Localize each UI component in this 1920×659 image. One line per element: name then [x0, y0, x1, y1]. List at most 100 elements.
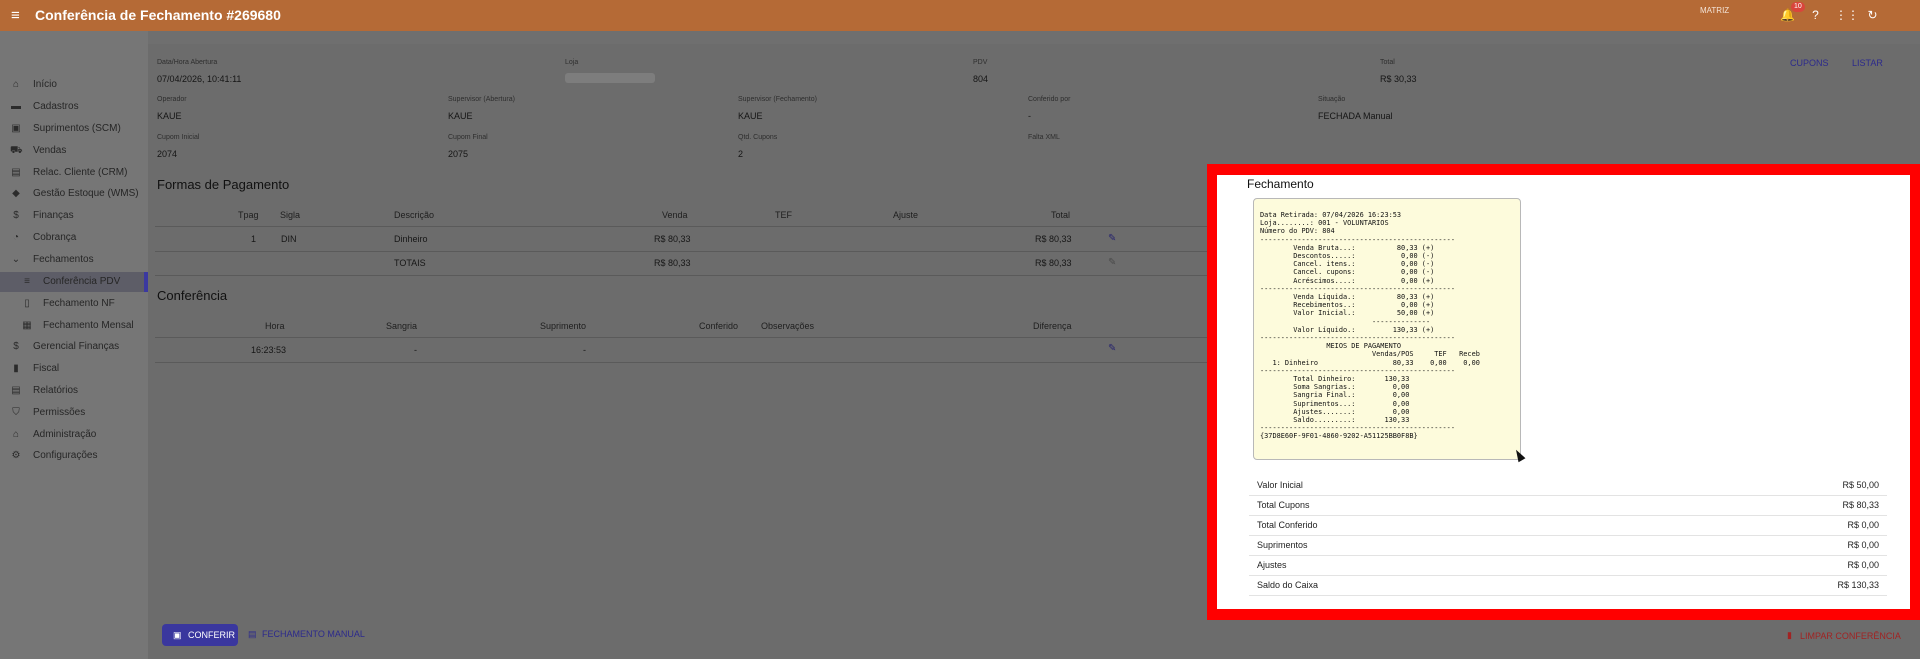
sidebar-item-financas[interactable]: $ Finanças — [0, 206, 148, 226]
cupom-inicial-value: 2074 — [157, 149, 178, 159]
hamburger-icon[interactable]: ≡ — [11, 8, 20, 23]
shield-icon: ⛉ — [12, 407, 20, 418]
sidebar-item-label: Conferência PDV — [43, 276, 121, 287]
sidebar-item-configuracoes[interactable]: ⚙ Configurações — [0, 446, 148, 466]
divider — [155, 337, 1207, 338]
sidebar-item-label: Suprimentos (SCM) — [33, 123, 121, 134]
sidebar-item-cobranca[interactable]: ◔ Cobrança — [0, 228, 148, 248]
sidebar-item-conferencia-pdv[interactable]: ≡ Conferência PDV — [0, 272, 148, 292]
gear-icon: ⚙ — [11, 450, 21, 461]
sidebar-item-cadastros[interactable]: ▬ Cadastros — [0, 97, 148, 117]
col-observacoes: Observações — [761, 321, 815, 331]
sidebar-item-label: Início — [33, 79, 57, 90]
loja-label: Loja — [565, 59, 579, 66]
sidebar-item-fechamentos[interactable]: ⌄ Fechamentos — [0, 250, 148, 270]
user-name[interactable]: MATRIZ — [1700, 6, 1729, 15]
summary-label: Total Conferido — [1257, 520, 1318, 530]
sidebar-item-label: Fiscal — [33, 363, 60, 374]
notification-badge: 10 — [1791, 2, 1805, 12]
limpar-conferencia-button[interactable]: LIMPAR CONFERÊNCIA — [1800, 631, 1901, 641]
sup-fechamento-value: KAUE — [738, 111, 763, 121]
divider — [155, 226, 1207, 227]
summary-value: R$ 80,33 — [1842, 500, 1879, 510]
dollar-icon: $ — [13, 210, 19, 221]
row1-venda: R$ 80,33 — [654, 234, 691, 244]
cupons-link[interactable]: CUPONS — [1790, 58, 1829, 68]
sidebar-item-label: Fechamento NF — [43, 298, 115, 309]
sidebar-item-gerencial-financas[interactable]: $ Gerencial Finanças — [0, 337, 148, 357]
report-icon: ▤ — [11, 385, 21, 396]
fechamento-manual-button[interactable]: FECHAMENTO MANUAL — [262, 629, 365, 639]
summary-row: Suprimentos R$ 0,00 — [1249, 535, 1887, 556]
receipt-panel: Data Retirada: 07/04/2026 16:23:53 Loja.… — [1253, 198, 1521, 460]
summary-row: Ajustes R$ 0,00 — [1249, 555, 1887, 576]
cupom-final-value: 2075 — [448, 149, 469, 159]
abertura-value: 07/04/2026, 10:41:11 — [157, 74, 242, 84]
trash-icon: ▮ — [1787, 630, 1792, 640]
conf-row-suprimento: - — [583, 345, 586, 355]
summary-label: Saldo do Caixa — [1257, 580, 1319, 590]
edit-pencil-icon[interactable]: ✎ — [1108, 343, 1116, 354]
conf-row-sangria: - — [414, 345, 417, 355]
sidebar-item-estoque[interactable]: ◆ Gestão Estoque (WMS) — [0, 184, 148, 204]
col-venda: Venda — [662, 210, 688, 220]
sidebar-item-crm[interactable]: ▤ Relac. Cliente (CRM) — [0, 163, 148, 183]
sidebar-item-label: Finanças — [33, 210, 74, 221]
sidebar-item-suprimentos[interactable]: ▣ Suprimentos (SCM) — [0, 119, 148, 139]
summary-row: Total Cupons R$ 80,33 — [1249, 495, 1887, 516]
operador-label: Operador — [157, 96, 187, 103]
summary-label: Suprimentos — [1257, 540, 1308, 550]
conferir-button[interactable]: ▣ CONFERIR — [162, 624, 238, 646]
pie-icon: ◔ — [12, 232, 20, 243]
conferido-label: Conferido por — [1028, 96, 1071, 103]
pdv-value: 804 — [973, 74, 989, 84]
sidebar-item-relatorios[interactable]: ▤ Relatórios — [0, 381, 148, 401]
falta-xml-label: Falta XML — [1028, 134, 1060, 141]
sidebar-item-permissoes[interactable]: ⛉ Permissões — [0, 403, 148, 423]
sup-fechamento-label: Supervisor (Fechamento) — [738, 96, 817, 103]
formas-title: Formas de Pagamento — [157, 177, 290, 192]
col-diferenca: Diferença — [1033, 321, 1072, 331]
edit-pencil-icon[interactable]: ✎ — [1108, 233, 1116, 244]
chevron-down-icon: ⌄ — [11, 254, 21, 265]
sup-abertura-label: Supervisor (Abertura) — [448, 96, 515, 103]
sidebar-item-fiscal[interactable]: ▮ Fiscal — [0, 359, 148, 379]
folder-icon: ▬ — [11, 101, 21, 112]
sidebar-item-inicio[interactable]: ⌂ Início — [0, 75, 148, 95]
listar-link[interactable]: LISTAR — [1852, 58, 1883, 68]
col-conferido: Conferido — [699, 321, 739, 331]
sidebar-item-label: Fechamento Mensal — [43, 320, 134, 331]
col-total: Total — [1051, 210, 1071, 220]
home-icon: ⌂ — [12, 79, 20, 90]
col-tef: TEF — [775, 210, 792, 220]
list-icon: ▤ — [248, 629, 257, 639]
summary-value: R$ 50,00 — [1842, 480, 1879, 490]
col-suprimento: Suprimento — [540, 321, 587, 331]
summary-value: R$ 0,00 — [1847, 560, 1879, 570]
sidebar-item-vendas[interactable]: ⛟ Vendas — [0, 141, 148, 161]
dialog-title: Fechamento — [1247, 177, 1314, 191]
summary-value: R$ 0,00 — [1847, 540, 1879, 550]
sidebar-item-administracao[interactable]: ⌂ Administração — [0, 425, 148, 445]
summary-row: Valor Inicial R$ 50,00 — [1249, 475, 1887, 496]
sidebar-item-label: Vendas — [33, 145, 67, 156]
page-title: Conferência de Fechamento #269680 — [35, 7, 281, 23]
help-icon[interactable]: ? — [1808, 8, 1823, 23]
totais-total: R$ 80,33 — [1035, 258, 1072, 268]
cupom-inicial-label: Cupom Inicial — [157, 134, 200, 141]
loja-value-blurred — [565, 73, 655, 83]
summary-row: Saldo do Caixa R$ 130,33 — [1249, 575, 1887, 596]
document-icon: ▯ — [24, 298, 30, 309]
conferir-label: CONFERIR — [188, 630, 235, 640]
total-label: Total — [1380, 59, 1395, 66]
apps-icon[interactable]: ⋮⋮ — [1835, 8, 1859, 23]
sidebar-item-fechamento-mensal[interactable]: ▦ Fechamento Mensal — [0, 316, 148, 336]
sidebar-item-fechamento-nf[interactable]: ▯ Fechamento NF — [0, 294, 148, 314]
summary-value: R$ 0,00 — [1847, 520, 1879, 530]
refresh-icon[interactable]: ↻ — [1865, 8, 1880, 23]
summary-label: Ajustes — [1257, 560, 1287, 570]
sidebar-item-label: Gerencial Finanças — [33, 341, 120, 352]
total-value: R$ 30,33 — [1380, 74, 1417, 84]
truck-icon: ▣ — [11, 123, 21, 134]
row1-sigla: DIN — [281, 234, 297, 244]
